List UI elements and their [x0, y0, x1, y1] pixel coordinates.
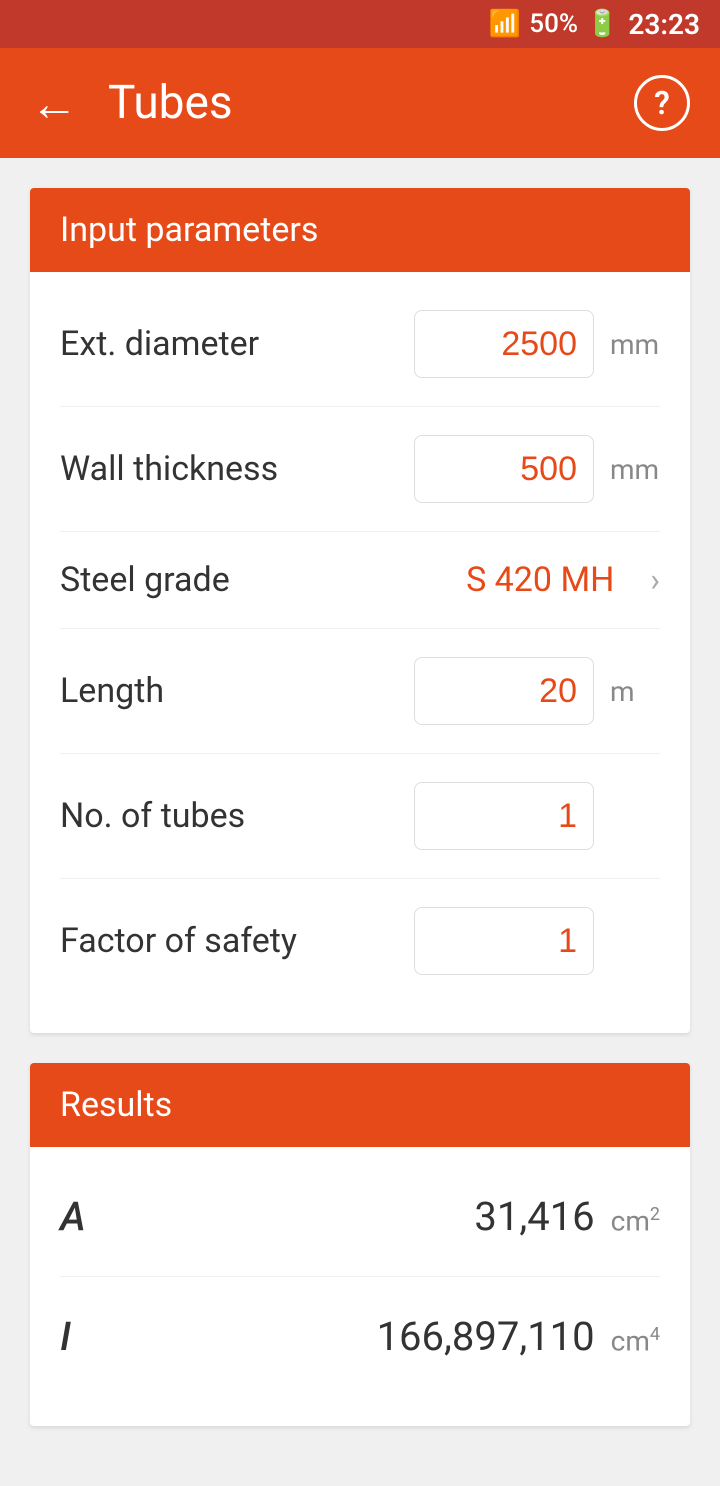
- length-row: Length m: [60, 629, 660, 754]
- app-bar: ← Tubes ?: [0, 48, 720, 158]
- ext-diameter-label: Ext. diameter: [60, 324, 414, 364]
- no-of-tubes-input[interactable]: [414, 782, 594, 850]
- result-a-unit: cm2: [611, 1204, 660, 1237]
- status-bar: 📶 50% 🔋 23:23: [0, 0, 720, 48]
- results-card-title: Results: [60, 1085, 660, 1125]
- wall-thickness-input-wrap: mm: [414, 435, 660, 503]
- factor-of-safety-label: Factor of safety: [60, 921, 414, 961]
- ext-diameter-input[interactable]: [414, 310, 594, 378]
- factor-of-safety-input-wrap: [414, 907, 660, 975]
- no-of-tubes-row: No. of tubes: [60, 754, 660, 879]
- battery-percent: 50%: [529, 9, 578, 39]
- result-i-row: I 166,897,110 cm4: [60, 1277, 660, 1396]
- results-card-body: A 31,416 cm2 I 166,897,110 cm4: [30, 1147, 690, 1426]
- wifi-icon: 📶: [489, 9, 521, 39]
- input-card-header: Input parameters: [30, 188, 690, 272]
- result-i-label: I: [60, 1313, 377, 1360]
- wall-thickness-unit: mm: [610, 453, 660, 486]
- wall-thickness-input[interactable]: [414, 435, 594, 503]
- help-button[interactable]: ?: [634, 75, 690, 131]
- result-a-row: A 31,416 cm2: [60, 1157, 660, 1277]
- ext-diameter-input-wrap: mm: [414, 310, 660, 378]
- factor-of-safety-input[interactable]: [414, 907, 594, 975]
- steel-grade-select-wrap[interactable]: S 420 MH ›: [466, 560, 660, 600]
- ext-diameter-row: Ext. diameter mm: [60, 282, 660, 407]
- steel-grade-label: Steel grade: [60, 560, 466, 600]
- no-of-tubes-label: No. of tubes: [60, 796, 414, 836]
- steel-grade-row[interactable]: Steel grade S 420 MH ›: [60, 532, 660, 629]
- input-card-body: Ext. diameter mm Wall thickness mm Steel…: [30, 272, 690, 1033]
- input-card: Input parameters Ext. diameter mm Wall t…: [30, 188, 690, 1033]
- steel-grade-chevron-icon: ›: [650, 561, 660, 599]
- result-a-label: A: [60, 1193, 474, 1240]
- length-input[interactable]: [414, 657, 594, 725]
- input-card-title: Input parameters: [60, 210, 660, 250]
- length-unit: m: [610, 675, 660, 708]
- back-button[interactable]: ←: [30, 75, 78, 132]
- results-card-header: Results: [30, 1063, 690, 1147]
- wall-thickness-label: Wall thickness: [60, 449, 414, 489]
- results-card: Results A 31,416 cm2 I 166,897,110 cm4: [30, 1063, 690, 1426]
- length-input-wrap: m: [414, 657, 660, 725]
- length-label: Length: [60, 671, 414, 711]
- result-i-value: 166,897,110: [377, 1313, 595, 1360]
- result-i-unit: cm4: [611, 1324, 660, 1357]
- ext-diameter-unit: mm: [610, 328, 660, 361]
- result-a-value: 31,416: [474, 1193, 594, 1240]
- content-area: Input parameters Ext. diameter mm Wall t…: [0, 158, 720, 1486]
- battery-icon: 🔋: [586, 9, 618, 39]
- factor-of-safety-row: Factor of safety: [60, 879, 660, 1003]
- wall-thickness-row: Wall thickness mm: [60, 407, 660, 532]
- no-of-tubes-input-wrap: [414, 782, 660, 850]
- status-time: 23:23: [628, 8, 700, 41]
- page-title: Tubes: [108, 76, 634, 130]
- steel-grade-value: S 420 MH: [466, 560, 614, 600]
- status-icons: 📶 50% 🔋: [489, 9, 618, 39]
